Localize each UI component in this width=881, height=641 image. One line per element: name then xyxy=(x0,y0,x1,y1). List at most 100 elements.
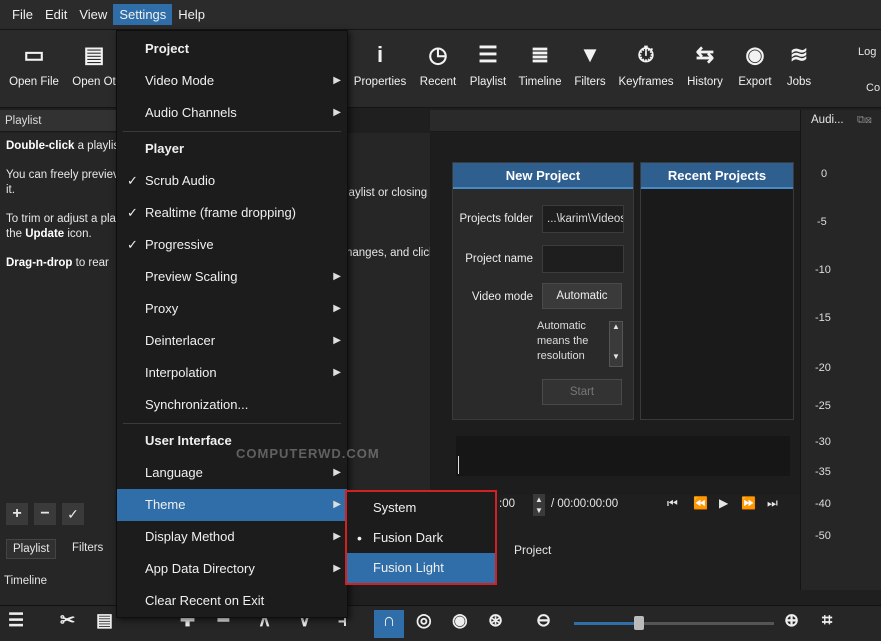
menu-item-scrub-audio[interactable]: ✓ Scrub Audio xyxy=(117,165,347,197)
open-file-button[interactable]: ▭ Open File xyxy=(8,38,60,88)
zoom-out-icon[interactable]: ⊖ xyxy=(536,610,551,631)
menu-header-project: Project xyxy=(145,41,190,56)
timeline-icon: ≣ xyxy=(530,42,550,67)
recent-button[interactable]: ◷ Recent xyxy=(416,38,460,88)
remove-icon[interactable]: − xyxy=(34,503,56,525)
menu-item-synchronization[interactable]: Synchronization... xyxy=(117,389,347,421)
filters-button[interactable]: ▼ Filters xyxy=(570,38,610,88)
list-icon: ☰ xyxy=(478,42,498,67)
rewind-icon[interactable]: ⏪ xyxy=(693,496,708,510)
menu-item-progressive[interactable]: ✓ Progressive xyxy=(117,229,347,261)
co-label[interactable]: Co xyxy=(866,82,880,94)
zoom-fit-icon[interactable]: ⌗ xyxy=(822,610,832,631)
menu-item-video-mode[interactable]: Video Mode ▶ xyxy=(117,65,347,97)
menu-item-interpolation[interactable]: Interpolation ▶ xyxy=(117,357,347,389)
zoom-slider[interactable] xyxy=(574,616,774,630)
video-mode-button[interactable]: Automatic xyxy=(542,283,622,309)
scrub-icon[interactable]: ◎ xyxy=(416,610,432,631)
recent-projects-panel: Recent Projects xyxy=(640,162,794,420)
transport-controls: :00 ▲ ▼ / 00:00:00:00 ⏮ ⏪ ▶ ⏩ ⏭ xyxy=(497,490,800,522)
menu-item-audio-channels[interactable]: Audio Channels ▶ xyxy=(117,97,347,129)
start-button[interactable]: Start xyxy=(542,379,622,405)
scroll-down-icon[interactable]: ▼ xyxy=(612,352,620,361)
menu-item-app-data-directory[interactable]: App Data Directory ▶ xyxy=(117,553,347,585)
timeline-button[interactable]: ≣ Timeline xyxy=(516,38,564,88)
menu-view[interactable]: View xyxy=(73,4,113,25)
menu-item-display-method[interactable]: Display Method ▶ xyxy=(117,521,347,553)
open-other-button[interactable]: ▤ Open Ot xyxy=(70,38,118,88)
log-label[interactable]: Log xyxy=(858,46,876,58)
project-name-input[interactable] xyxy=(542,245,624,273)
playlist-button[interactable]: ☰ Playlist xyxy=(466,38,510,88)
menubar: File Edit View Settings Help xyxy=(0,0,881,30)
menu-icon[interactable]: ☰ xyxy=(8,610,24,631)
menu-file[interactable]: File xyxy=(6,4,39,25)
zoom-in-icon[interactable]: ⊕ xyxy=(784,610,799,631)
jobs-button[interactable]: ≋ Jobs xyxy=(782,38,816,88)
timecode-current[interactable]: :00 xyxy=(499,498,515,510)
snap-magnet-icon[interactable]: ∩ xyxy=(374,610,404,638)
scroll-up-icon[interactable]: ▲ xyxy=(612,322,620,331)
ripple-icon[interactable]: ◉ xyxy=(452,610,468,631)
new-project-panel: New Project Projects folder ...\karim\Vi… xyxy=(452,162,634,420)
menu-item-preview-scaling[interactable]: Preview Scaling ▶ xyxy=(117,261,347,293)
checkmark-icon: ✓ xyxy=(127,205,138,220)
menu-item-deinterlacer[interactable]: Deinterlacer ▶ xyxy=(117,325,347,357)
theme-option-system[interactable]: System xyxy=(347,493,495,523)
add-icon[interactable]: + xyxy=(6,503,28,525)
theme-submenu: System • Fusion Dark Fusion Light xyxy=(345,490,497,585)
timeline-title: Timeline xyxy=(4,575,48,587)
note-scrollbar[interactable]: ▲ ▼ xyxy=(609,321,623,367)
export-button[interactable]: ◉ Export xyxy=(734,38,776,88)
theme-option-fusion-dark[interactable]: • Fusion Dark xyxy=(347,523,495,553)
menu-item-realtime[interactable]: ✓ Realtime (frame dropping) xyxy=(117,197,347,229)
video-mode-note: Automatic means the resolution xyxy=(537,320,589,362)
tab-project[interactable]: Project xyxy=(510,541,555,559)
fast-forward-icon[interactable]: ⏩ xyxy=(741,496,756,510)
document-icon: ▤ xyxy=(83,42,105,67)
timecode-total: / 00:00:00:00 xyxy=(551,498,619,510)
clock-icon: ◷ xyxy=(428,42,448,67)
submenu-arrow-icon: ▶ xyxy=(333,303,341,314)
submenu-arrow-icon: ▶ xyxy=(333,367,341,378)
panel-float-close-icon[interactable]: ⧉⊠ xyxy=(857,114,872,127)
playlist-help-text: Double-click a playlis You can freely pr… xyxy=(0,133,130,495)
menu-item-language[interactable]: Language ▶ xyxy=(117,457,347,489)
skip-start-icon[interactable]: ⏮ xyxy=(667,496,678,511)
tab-playlist[interactable]: Playlist xyxy=(6,539,57,559)
playlist-title: Playlist xyxy=(5,115,42,127)
info-icon: i xyxy=(376,42,384,67)
zoom-slider-handle[interactable] xyxy=(634,616,644,630)
menu-item-clear-recent[interactable]: Clear Recent on Exit xyxy=(117,585,347,617)
history-icon: ⇆ xyxy=(695,42,715,67)
menu-help[interactable]: Help xyxy=(172,4,211,25)
database-icon: ≋ xyxy=(789,42,809,67)
play-icon[interactable]: ▶ xyxy=(719,496,728,510)
stopwatch-icon: ⏱ xyxy=(637,42,655,67)
ripple-all-icon[interactable]: ⊛ xyxy=(488,610,503,631)
submenu-arrow-icon: ▶ xyxy=(333,467,341,478)
viewer-header xyxy=(430,110,800,132)
menu-header-player: Player xyxy=(145,141,185,156)
playlist-body-continued: laylist or closing hanges, and click xyxy=(346,133,435,495)
submenu-arrow-icon: ▶ xyxy=(333,499,341,510)
audio-meter-panel: Audi... ⧉⊠ 0 -5 -10 -15 -20 -25 -30 -35 … xyxy=(800,110,881,590)
menu-item-theme[interactable]: Theme ▶ xyxy=(117,489,347,521)
properties-button[interactable]: i Properties xyxy=(352,38,408,88)
menu-edit[interactable]: Edit xyxy=(39,4,73,25)
settings-menu: Project Video Mode ▶ Audio Channels ▶ Play… xyxy=(116,30,348,618)
history-button[interactable]: ⇆ History xyxy=(682,38,728,88)
timecode-spinner[interactable]: ▲ ▼ xyxy=(533,494,545,516)
projects-folder-field[interactable]: ...\karim\Videos xyxy=(542,205,624,233)
keyframes-button[interactable]: ⏱ Keyframes xyxy=(616,38,676,88)
tab-filters[interactable]: Filters xyxy=(68,539,107,557)
menu-settings[interactable]: Settings xyxy=(113,4,173,25)
check-icon[interactable]: ✓ xyxy=(62,503,84,525)
copy-icon[interactable]: ▤ xyxy=(96,610,113,631)
cut-icon[interactable]: ✂ xyxy=(60,610,75,631)
submenu-arrow-icon: ▶ xyxy=(333,271,341,282)
timecode-bar xyxy=(456,436,790,476)
menu-item-proxy[interactable]: Proxy ▶ xyxy=(117,293,347,325)
skip-end-icon[interactable]: ⏭ xyxy=(767,496,778,511)
theme-option-fusion-light[interactable]: Fusion Light xyxy=(347,553,495,583)
